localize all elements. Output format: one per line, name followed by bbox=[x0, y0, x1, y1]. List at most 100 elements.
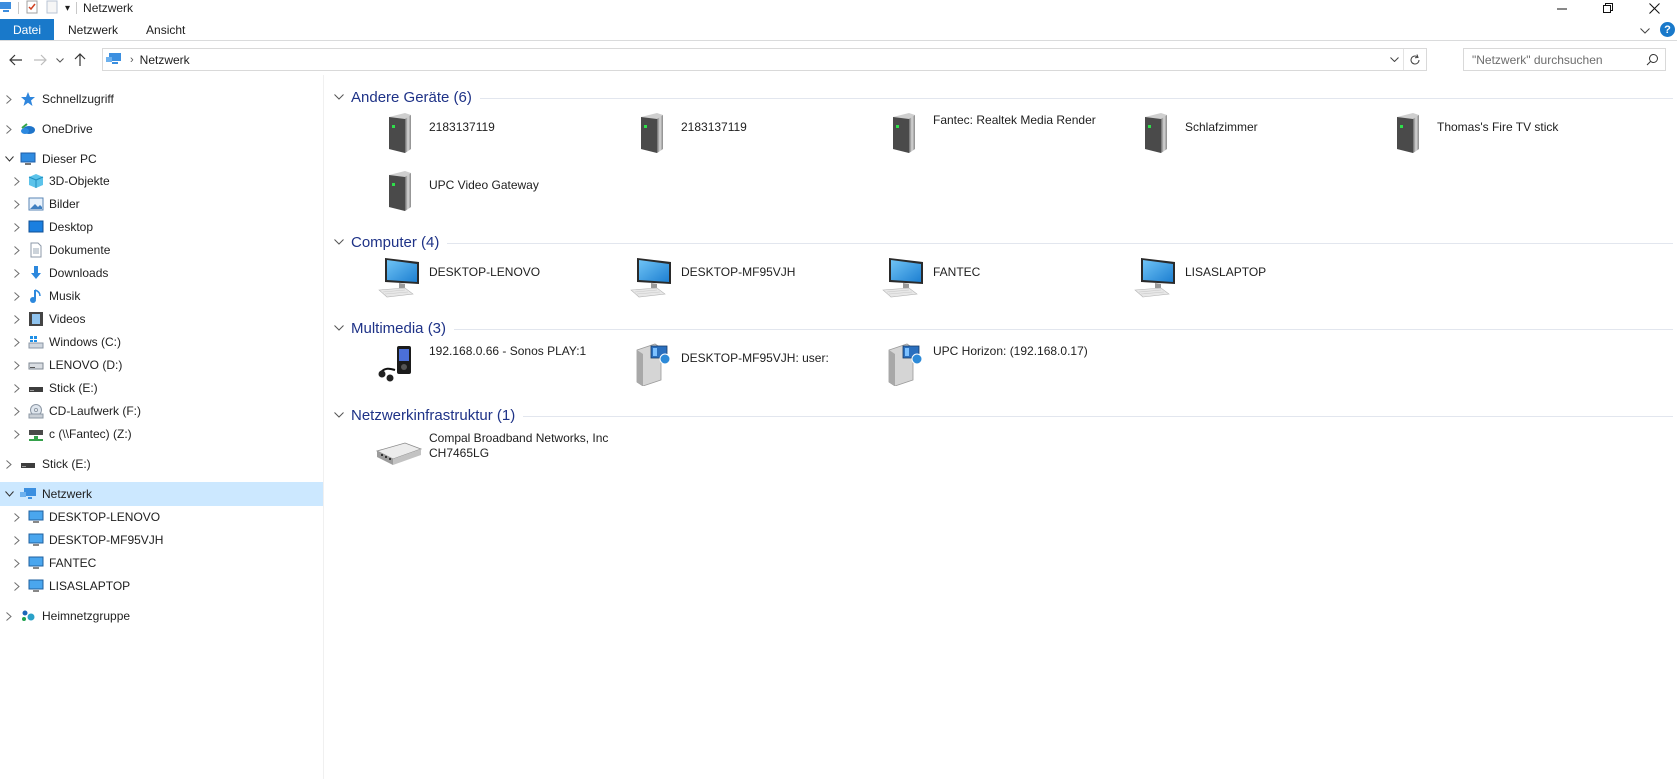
device-tile[interactable]: UPC Video Gateway bbox=[375, 165, 615, 217]
search-input[interactable]: "Netzwerk" durchsuchen bbox=[1463, 48, 1666, 71]
device-tile[interactable]: DESKTOP-MF95VJH bbox=[627, 252, 867, 304]
help-button[interactable]: ? bbox=[1660, 22, 1675, 37]
device-tile[interactable]: Schlafzimmer bbox=[1131, 107, 1371, 159]
group-header[interactable]: Netzwerkinfrastruktur (1) bbox=[333, 405, 1673, 425]
sidebar-item-bilder[interactable]: Bilder bbox=[0, 192, 323, 216]
device-tile[interactable]: 2183137119 bbox=[627, 107, 867, 159]
group-title: Netzwerkinfrastruktur (1) bbox=[351, 406, 516, 424]
chevron-right-icon bbox=[14, 512, 20, 522]
address-history-dropdown[interactable] bbox=[1386, 49, 1404, 70]
device-tile[interactable]: 192.168.0.66 - Sonos PLAY:1 bbox=[375, 338, 615, 390]
device-tile[interactable]: DESKTOP-LENOVO bbox=[375, 252, 615, 304]
forward-button[interactable] bbox=[28, 48, 52, 72]
sidebar-item-dieser-pc[interactable]: Dieser PC bbox=[0, 147, 323, 171]
group-header[interactable]: Computer (4) bbox=[333, 232, 1673, 252]
expand-toggle[interactable] bbox=[4, 124, 14, 134]
chevron-down-icon bbox=[56, 57, 64, 63]
tab-datei[interactable]: Datei bbox=[0, 19, 54, 40]
minimize-button[interactable] bbox=[1539, 0, 1585, 16]
media-device-icon bbox=[627, 107, 675, 155]
device-tile[interactable]: LISASLAPTOP bbox=[1131, 252, 1371, 304]
breadcrumb-chevron-icon[interactable]: › bbox=[130, 54, 134, 66]
chevron-down-icon[interactable] bbox=[333, 91, 345, 103]
chevron-right-icon bbox=[14, 581, 20, 591]
recent-locations-button[interactable] bbox=[52, 48, 68, 72]
expand-toggle[interactable] bbox=[12, 429, 22, 439]
address-bar[interactable]: › Netzwerk bbox=[102, 48, 1427, 71]
sidebar-item-lisaslaptop[interactable]: LISASLAPTOP bbox=[0, 574, 323, 598]
window-title: Netzwerk bbox=[83, 1, 134, 15]
sidebar-item-label: LENOVO (D:) bbox=[49, 358, 123, 372]
expand-toggle[interactable] bbox=[12, 268, 22, 278]
sidebar-item-heimnetzgruppe[interactable]: Heimnetzgruppe bbox=[0, 604, 323, 628]
sidebar-item-desktop-mf95vjh[interactable]: DESKTOP-MF95VJH bbox=[0, 528, 323, 552]
expand-toggle[interactable] bbox=[12, 581, 22, 591]
chevron-right-icon bbox=[6, 459, 12, 469]
sidebar-item-musik[interactable]: Musik bbox=[0, 284, 323, 308]
windows-drive-icon bbox=[28, 334, 44, 350]
expand-toggle[interactable] bbox=[12, 314, 22, 324]
expand-toggle[interactable] bbox=[12, 245, 22, 255]
chevron-right-icon bbox=[14, 383, 20, 393]
sidebar-item-videos[interactable]: Videos bbox=[0, 307, 323, 331]
sidebar-item-fantec[interactable]: FANTEC bbox=[0, 551, 323, 575]
chevron-down-icon[interactable] bbox=[333, 322, 345, 334]
group-header[interactable]: Multimedia (3) bbox=[333, 318, 1673, 338]
sidebar-item-dokumente[interactable]: Dokumente bbox=[0, 238, 323, 262]
sidebar-item-onedrive[interactable]: OneDrive bbox=[0, 117, 323, 141]
sidebar-item-lenovo-d[interactable]: LENOVO (D:) bbox=[0, 353, 323, 377]
sidebar-item-cd-laufwerk-f[interactable]: CD-Laufwerk (F:) bbox=[0, 399, 323, 423]
up-button[interactable] bbox=[68, 48, 92, 72]
expand-ribbon-icon[interactable] bbox=[1640, 23, 1650, 37]
device-tile[interactable]: Fantec: Realtek Media Render bbox=[879, 107, 1119, 159]
tab-ansicht[interactable]: Ansicht bbox=[132, 19, 199, 40]
expand-toggle[interactable] bbox=[12, 176, 22, 186]
media-server-icon bbox=[879, 338, 927, 386]
sidebar-item-downloads[interactable]: Downloads bbox=[0, 261, 323, 285]
expand-toggle[interactable] bbox=[12, 337, 22, 347]
expand-toggle[interactable] bbox=[4, 459, 14, 469]
sidebar-item-stick-e[interactable]: Stick (E:) bbox=[0, 376, 323, 400]
restore-button[interactable] bbox=[1585, 0, 1631, 16]
expand-toggle-expanded[interactable] bbox=[4, 154, 14, 164]
new-folder-icon[interactable] bbox=[45, 0, 59, 17]
expand-toggle[interactable] bbox=[12, 291, 22, 301]
expand-toggle-expanded[interactable] bbox=[4, 489, 14, 499]
expand-toggle[interactable] bbox=[12, 199, 22, 209]
sidebar-item-netzwerk[interactable]: Netzwerk bbox=[0, 482, 323, 506]
expand-toggle[interactable] bbox=[12, 558, 22, 568]
expand-toggle[interactable] bbox=[12, 535, 22, 545]
device-tile[interactable]: 2183137119 bbox=[375, 107, 615, 159]
expand-toggle[interactable] bbox=[4, 611, 14, 621]
device-tile[interactable]: UPC Horizon: (192.168.0.17) bbox=[879, 338, 1119, 390]
expand-toggle[interactable] bbox=[12, 360, 22, 370]
back-button[interactable] bbox=[4, 48, 28, 72]
device-tile[interactable]: DESKTOP-MF95VJH: user: bbox=[627, 338, 867, 390]
close-button[interactable] bbox=[1631, 0, 1677, 16]
sidebar-item-3d-objekte[interactable]: 3D-Objekte bbox=[0, 169, 323, 193]
expand-toggle[interactable] bbox=[12, 512, 22, 522]
expand-toggle[interactable] bbox=[4, 94, 14, 104]
sidebar-item-schnellzugriff[interactable]: Schnellzugriff bbox=[0, 87, 323, 111]
group-header[interactable]: Andere Geräte (6) bbox=[333, 87, 1673, 107]
breadcrumb-netzwerk[interactable]: Netzwerk bbox=[140, 53, 190, 67]
device-tile[interactable]: FANTEC bbox=[879, 252, 1119, 304]
properties-icon[interactable] bbox=[25, 0, 39, 17]
quick-access-dropdown[interactable]: ▾ bbox=[65, 3, 70, 14]
sidebar-item-windows-c[interactable]: Windows (C:) bbox=[0, 330, 323, 354]
media-device-icon bbox=[879, 107, 927, 155]
device-tile[interactable]: Thomas's Fire TV stick bbox=[1383, 107, 1623, 159]
refresh-button[interactable] bbox=[1404, 53, 1426, 66]
expand-toggle[interactable] bbox=[12, 406, 22, 416]
chevron-down-icon[interactable] bbox=[333, 236, 345, 248]
sidebar-item-desktop[interactable]: Desktop bbox=[0, 215, 323, 239]
chevron-right-icon bbox=[14, 245, 20, 255]
sidebar-item-stick-e[interactable]: Stick (E:) bbox=[0, 452, 323, 476]
expand-toggle[interactable] bbox=[12, 222, 22, 232]
sidebar-item-desktop-lenovo[interactable]: DESKTOP-LENOVO bbox=[0, 505, 323, 529]
chevron-down-icon[interactable] bbox=[333, 409, 345, 421]
tab-netzwerk[interactable]: Netzwerk bbox=[54, 19, 132, 40]
device-tile[interactable]: Compal Broadband Networks, Inc CH7465LG bbox=[375, 425, 615, 477]
expand-toggle[interactable] bbox=[12, 383, 22, 393]
sidebar-item-c-fantec-z[interactable]: c (\\Fantec) (Z:) bbox=[0, 422, 323, 446]
